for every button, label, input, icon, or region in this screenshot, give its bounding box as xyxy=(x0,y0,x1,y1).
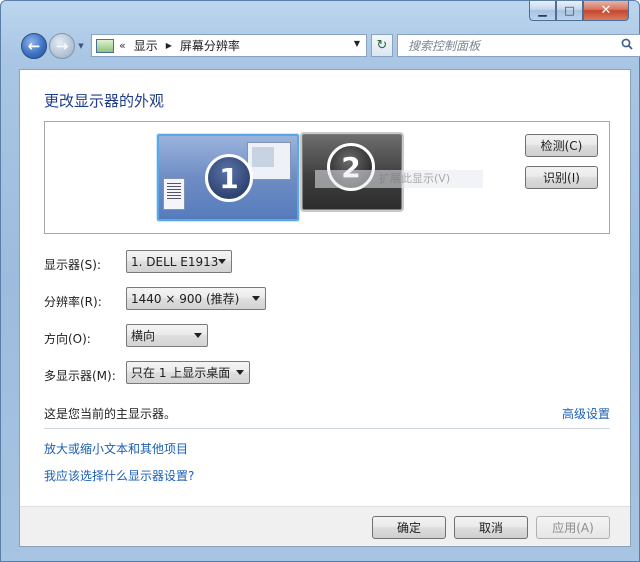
cancel-button[interactable]: 取消 xyxy=(454,516,528,539)
minimize-button[interactable]: ▁ xyxy=(529,1,556,21)
search-icon[interactable] xyxy=(621,38,633,50)
search-placeholder[interactable]: 搜索控制面板 xyxy=(408,37,480,54)
identify-button[interactable]: 识别(I) xyxy=(525,166,598,189)
forward-button[interactable]: → xyxy=(49,33,75,59)
maximize-button[interactable]: □ xyxy=(556,1,583,21)
mini-start-menu-icon xyxy=(163,178,185,210)
text-size-link[interactable]: 放大或缩小文本和其他项目 xyxy=(44,440,188,457)
detect-button[interactable]: 检测(C) xyxy=(525,134,598,157)
chevron-down-icon xyxy=(194,333,202,338)
address-dropdown-icon[interactable]: ▼ xyxy=(354,39,360,48)
which-settings-link[interactable]: 我应该选择什么显示器设置? xyxy=(44,467,194,484)
close-button[interactable]: ✕ xyxy=(583,1,629,21)
orientation-select[interactable]: 横向 xyxy=(126,324,208,347)
chevron-down-icon xyxy=(218,259,226,264)
back-button[interactable]: ← xyxy=(21,33,47,59)
resolution-select[interactable]: 1440 × 900 (推荐) xyxy=(126,287,266,310)
multiple-displays-select[interactable]: 只在 1 上显示桌面 xyxy=(126,361,250,384)
navigation-bar: ← → ▼ « 显示 ▶ 屏幕分辨率 ▼ ↻ 搜索控制面板 xyxy=(21,29,640,63)
display-label: 显示器(S): xyxy=(44,258,102,272)
content-pane: 更改显示器的外观 1 2 扩展此显示(V) 检测(C) 识别(I) 显示器(S)… xyxy=(19,69,631,547)
breadcrumb-display[interactable]: 显示 xyxy=(134,37,158,54)
display-select[interactable]: 1. DELL E1913 xyxy=(126,250,232,273)
chevron-down-icon xyxy=(252,296,260,301)
control-panel-icon xyxy=(96,38,114,53)
chevron-down-icon xyxy=(236,370,244,375)
multiple-displays-label: 多显示器(M): xyxy=(44,369,116,383)
refresh-button[interactable]: ↻ xyxy=(371,34,393,57)
orientation-label: 方向(O): xyxy=(44,332,91,346)
breadcrumb-overflow[interactable]: « xyxy=(119,39,126,52)
ghost-extend-label: 扩展此显示(V) xyxy=(315,170,483,188)
search-box[interactable]: 搜索控制面板 xyxy=(397,34,640,57)
monitor-1-number: 1 xyxy=(205,154,253,202)
multiple-displays-select-value: 只在 1 上显示桌面 xyxy=(131,366,231,380)
page-title: 更改显示器的外观 xyxy=(44,92,165,110)
primary-display-note: 这是您当前的主显示器。 xyxy=(44,407,177,421)
apply-button[interactable]: 应用(A) xyxy=(536,516,610,539)
address-bar[interactable]: « 显示 ▶ 屏幕分辨率 ▼ xyxy=(91,34,367,57)
mini-window-icon xyxy=(247,142,291,180)
monitor-preview: 1 2 扩展此显示(V) 检测(C) 识别(I) xyxy=(44,121,610,234)
breadcrumb-screen-resolution[interactable]: 屏幕分辨率 xyxy=(180,37,240,54)
divider xyxy=(44,428,610,429)
advanced-settings-link[interactable]: 高级设置 xyxy=(562,405,610,422)
resolution-select-value: 1440 × 900 (推荐) xyxy=(131,292,240,306)
monitor-1-thumbnail[interactable]: 1 xyxy=(157,134,299,221)
recent-pages-dropdown-icon[interactable]: ▼ xyxy=(76,42,86,50)
display-select-value: 1. DELL E1913 xyxy=(131,254,219,269)
ok-button[interactable]: 确定 xyxy=(372,516,446,539)
window-frame: ▁ □ ✕ ← → ▼ « 显示 ▶ 屏幕分辨率 ▼ ↻ 搜索控制面板 更改显示… xyxy=(0,0,640,562)
breadcrumb-separator-icon[interactable]: ▶ xyxy=(166,41,172,50)
orientation-select-value: 横向 xyxy=(131,329,156,343)
footer-bar: 确定 取消 应用(A) xyxy=(20,506,630,546)
resolution-label: 分辨率(R): xyxy=(44,295,102,309)
caption-buttons: ▁ □ ✕ xyxy=(529,1,629,22)
